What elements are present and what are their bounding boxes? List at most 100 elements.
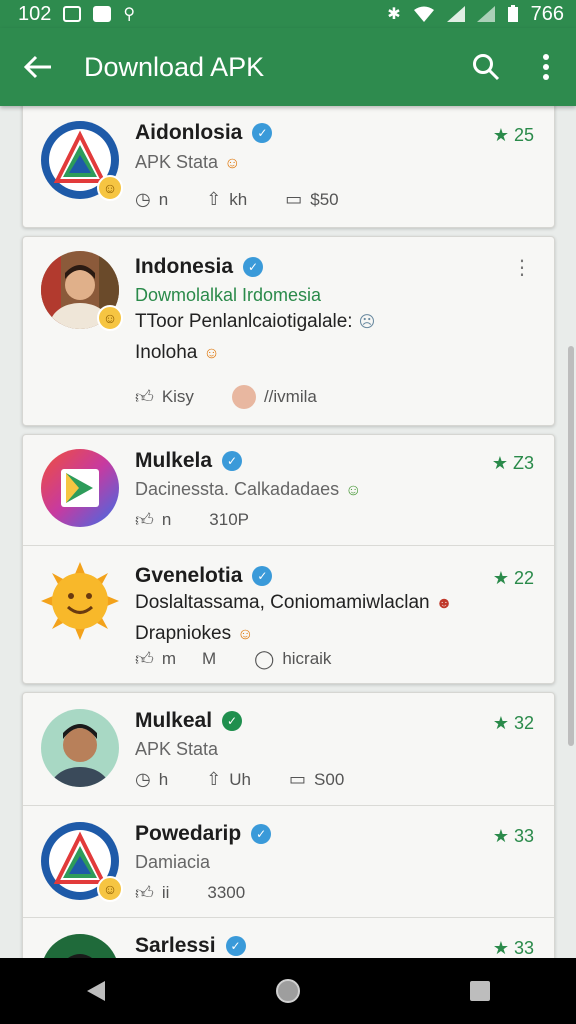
- item-meta: ◷ n ⇧ kh ▭ $50: [135, 189, 377, 210]
- avatar: ☺: [41, 121, 123, 201]
- emoji-icon: ☺: [237, 626, 254, 643]
- avatar: [41, 934, 119, 958]
- system-nav-bar: [0, 958, 576, 1024]
- nav-recents-button[interactable]: [440, 958, 520, 1024]
- avatar: ☺: [41, 822, 123, 902]
- meta-like[interactable]: 👍︎ n: [135, 509, 171, 531]
- nav-back-icon: [87, 981, 105, 1001]
- nav-recents-icon: [470, 981, 490, 1001]
- list-item[interactable]: Mulkeal ✓ APK Stata ★ 32 ◷ h ⇧ Uh ▭ S00: [23, 693, 554, 805]
- item-title: Sarlessi ✓: [135, 934, 246, 958]
- overflow-menu-button[interactable]: [516, 28, 576, 106]
- more-vert-icon: [543, 54, 549, 80]
- item-subtitle: Dowmolalkal Irdomesia: [135, 285, 322, 305]
- meta-count: 310P: [209, 510, 249, 529]
- meta-comment[interactable]: ◯ hicraik: [254, 649, 331, 670]
- emoji-badge-icon: ☺: [97, 175, 123, 201]
- emoji-icon: ☺: [345, 482, 362, 499]
- emoji-badge-icon: ☺: [97, 305, 123, 331]
- list-item[interactable]: Gvenelotia ✓ ★ 22 Doslaltassama, Conioma…: [23, 545, 554, 683]
- nav-home-button[interactable]: [248, 958, 328, 1024]
- item-title: Aidonlosia ✓: [135, 121, 273, 145]
- feed-card[interactable]: ⋮ ☺ Indonesia ✓ Dowmolalkal Irdomesia TT…: [22, 236, 555, 426]
- page-title: Download APK: [84, 51, 265, 82]
- list-item[interactable]: Mulkela ✓ Dacinessta. Calkadadaes ☺ ★ Z3 …: [23, 435, 554, 545]
- item-more-icon[interactable]: ⋮: [512, 255, 532, 280]
- avatar: ☺: [41, 251, 123, 331]
- meta-like[interactable]: 👍︎ m: [135, 648, 176, 670]
- item-body: TToor Penlanlcaiotigalale: ☹ Inoloha ☺: [135, 307, 375, 369]
- list-item[interactable]: ☺ Powedarip ✓ Damiacia ★ 33 👍︎ ii 3300: [23, 805, 554, 917]
- share-icon: ⇧: [206, 769, 222, 789]
- battery-level: 766: [530, 2, 564, 25]
- meta-like[interactable]: 👍︎ ii: [135, 882, 169, 904]
- search-button[interactable]: [456, 28, 516, 106]
- rating: ★ 32: [492, 713, 534, 733]
- feed-card[interactable]: Mulkela ✓ Dacinessta. Calkadadaes ☺ ★ Z3 …: [22, 434, 555, 684]
- user-icon: [231, 385, 256, 409]
- meta-clock[interactable]: ◷ h: [135, 769, 168, 790]
- item-subtitle: Damiacia: [135, 852, 211, 872]
- rating: ★ 33: [492, 938, 534, 958]
- emoji-icon: ☻: [435, 595, 453, 612]
- clock-icon: ◷: [135, 189, 151, 209]
- avatar: [41, 709, 119, 787]
- item-meta: 👍︎ ii 3300: [135, 882, 283, 904]
- scrollbar[interactable]: [568, 346, 574, 746]
- meta-comment[interactable]: ▭ $50: [285, 189, 338, 210]
- thumbs-up-icon: 👍︎: [135, 387, 154, 407]
- item-meta: ◷ h ⇧ Uh ▭ S00: [135, 769, 382, 790]
- verified-icon: ✓: [222, 451, 243, 471]
- emoji-badge-icon: ☺: [97, 876, 123, 902]
- nav-back-button[interactable]: [56, 958, 136, 1024]
- item-meta: 👍︎ n 310P: [135, 509, 287, 531]
- share-icon: ⇧: [206, 189, 222, 209]
- item-subtitle: APK Stata ☺: [135, 152, 241, 172]
- list-item[interactable]: Sarlessi ✓ ★ 33: [23, 917, 554, 958]
- rating: ★ Z3: [491, 453, 534, 473]
- search-icon: [473, 54, 500, 81]
- comment-icon: ▭: [289, 769, 307, 789]
- clock-icon: ◷: [135, 769, 151, 789]
- item-subtitle: APK Stata: [135, 739, 219, 759]
- rating: ★ 33: [492, 826, 534, 846]
- meta-comment[interactable]: ▭ S00: [289, 769, 344, 790]
- feed-card[interactable]: ☺ Aidonlosia ✓ APK Stata ☺ ★ 25 ◷ n ⇧ kh ▭ $…: [22, 106, 555, 228]
- bluetooth-icon: ✱: [387, 6, 401, 23]
- meta-user[interactable]: //ivmila: [231, 385, 317, 409]
- item-title: Indonesia ✓: [135, 255, 264, 279]
- thumbs-up-icon: 👍︎: [135, 510, 154, 530]
- verified-icon: ✓: [251, 824, 272, 844]
- feed-card[interactable]: Mulkeal ✓ APK Stata ★ 32 ◷ h ⇧ Uh ▭ S00 ☺ P…: [22, 692, 555, 958]
- avatar: [41, 562, 119, 640]
- meta-like[interactable]: 👍︎ Kisy: [135, 386, 194, 408]
- emoji-icon: ☺: [203, 345, 220, 362]
- notification-icon: [93, 6, 112, 22]
- list-item[interactable]: ☺ Aidonlosia ✓ APK Stata ☺ ★ 25 ◷ n ⇧ kh ▭ $…: [23, 106, 554, 227]
- meta-share[interactable]: ⇧ Uh: [206, 769, 251, 790]
- meta-count: 3300: [207, 883, 246, 902]
- screenshot-icon: [63, 6, 82, 22]
- signal-icon: [446, 6, 465, 22]
- app-bar: Download APK: [0, 28, 576, 106]
- back-button[interactable]: [0, 28, 76, 106]
- item-meta: 👍︎ m M ◯ hicraik: [135, 648, 369, 670]
- list-item[interactable]: ⋮ ☺ Indonesia ✓ Dowmolalkal Irdomesia TT…: [23, 237, 554, 425]
- item-meta: 👍︎ Kisy //ivmila: [135, 385, 355, 409]
- item-title: Powedarip ✓: [135, 822, 272, 846]
- avatar: [41, 449, 119, 527]
- rating: ★ 25: [492, 125, 534, 145]
- emoji-icon: ☹: [358, 314, 376, 331]
- arrow-back-icon: [24, 55, 51, 79]
- battery-icon: [507, 5, 518, 22]
- verified-icon: ✓: [225, 936, 246, 956]
- nav-home-icon: [276, 979, 300, 1003]
- verified-icon: ✓: [222, 711, 243, 731]
- item-title: Mulkeal ✓: [135, 709, 243, 733]
- signal-icon-2: [476, 6, 495, 22]
- meta-share[interactable]: ⇧ kh: [206, 189, 247, 210]
- meta-clock[interactable]: ◷ n: [135, 189, 168, 210]
- thumbs-up-icon: 👍︎: [135, 649, 154, 669]
- feed-list[interactable]: ☺ Aidonlosia ✓ APK Stata ☺ ★ 25 ◷ n ⇧ kh ▭ $…: [0, 106, 576, 958]
- verified-icon: ✓: [243, 257, 264, 277]
